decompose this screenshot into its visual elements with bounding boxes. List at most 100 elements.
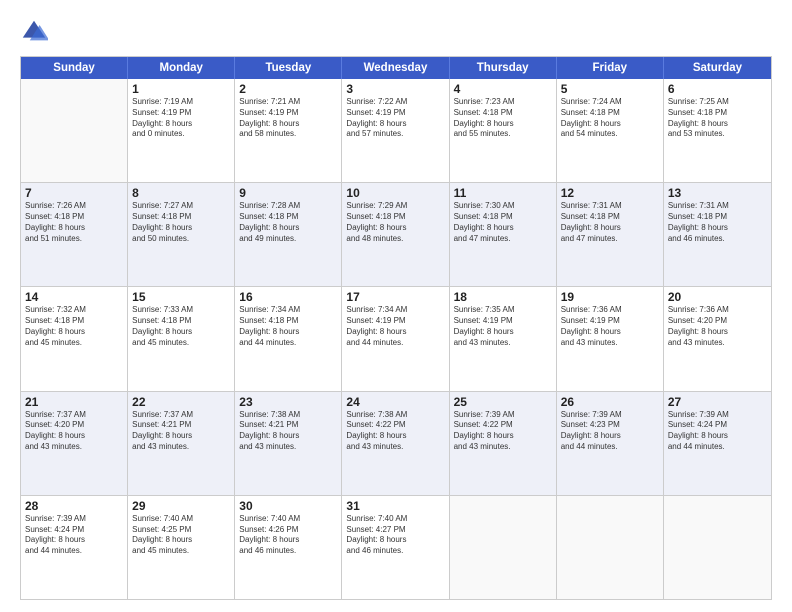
cell-info-line: and 43 minutes. [239,442,337,453]
cell-info-line: Daylight: 8 hours [668,119,767,130]
cell-info-line: Sunrise: 7:26 AM [25,201,123,212]
day-number: 25 [454,395,552,409]
calendar-day-cell: 5Sunrise: 7:24 AMSunset: 4:18 PMDaylight… [557,79,664,182]
cell-info-line: Daylight: 8 hours [239,535,337,546]
cell-info-line: Sunrise: 7:37 AM [25,410,123,421]
cell-info-line: Daylight: 8 hours [454,327,552,338]
cell-info-line: Daylight: 8 hours [132,119,230,130]
calendar-day-cell: 2Sunrise: 7:21 AMSunset: 4:19 PMDaylight… [235,79,342,182]
cell-info-line: Sunrise: 7:35 AM [454,305,552,316]
calendar-day-cell: 16Sunrise: 7:34 AMSunset: 4:18 PMDayligh… [235,287,342,390]
logo [20,18,50,46]
cell-info-line: and 55 minutes. [454,129,552,140]
weekday-header: Friday [557,57,664,79]
cell-info-line: Sunset: 4:18 PM [454,212,552,223]
calendar-day-cell: 3Sunrise: 7:22 AMSunset: 4:19 PMDaylight… [342,79,449,182]
cell-info-line: Sunset: 4:18 PM [561,212,659,223]
cell-info-line: and 0 minutes. [132,129,230,140]
day-number: 27 [668,395,767,409]
cell-info-line: Daylight: 8 hours [239,431,337,442]
calendar-day-cell: 14Sunrise: 7:32 AMSunset: 4:18 PMDayligh… [21,287,128,390]
cell-info-line: Sunrise: 7:40 AM [132,514,230,525]
cell-info-line: Sunset: 4:18 PM [25,212,123,223]
calendar-day-cell: 1Sunrise: 7:19 AMSunset: 4:19 PMDaylight… [128,79,235,182]
cell-info-line: Sunrise: 7:31 AM [561,201,659,212]
day-number: 23 [239,395,337,409]
calendar-day-cell: 21Sunrise: 7:37 AMSunset: 4:20 PMDayligh… [21,392,128,495]
cell-info-line: Sunset: 4:24 PM [25,525,123,536]
cell-info-line: and 58 minutes. [239,129,337,140]
cell-info-line: Daylight: 8 hours [25,535,123,546]
calendar-day-cell: 12Sunrise: 7:31 AMSunset: 4:18 PMDayligh… [557,183,664,286]
cell-info-line: Sunrise: 7:19 AM [132,97,230,108]
day-number: 4 [454,82,552,96]
cell-info-line: Daylight: 8 hours [454,223,552,234]
cell-info-line: Sunrise: 7:27 AM [132,201,230,212]
cell-info-line: Sunrise: 7:40 AM [346,514,444,525]
cell-info-line: Sunset: 4:26 PM [239,525,337,536]
calendar-day-cell: 31Sunrise: 7:40 AMSunset: 4:27 PMDayligh… [342,496,449,599]
cell-info-line: Sunrise: 7:36 AM [668,305,767,316]
cell-info-line: and 46 minutes. [346,546,444,557]
calendar-day-cell: 27Sunrise: 7:39 AMSunset: 4:24 PMDayligh… [664,392,771,495]
day-number: 22 [132,395,230,409]
calendar-row: 28Sunrise: 7:39 AMSunset: 4:24 PMDayligh… [21,495,771,599]
cell-info-line: Sunset: 4:18 PM [239,316,337,327]
calendar-day-cell: 30Sunrise: 7:40 AMSunset: 4:26 PMDayligh… [235,496,342,599]
cell-info-line: Sunrise: 7:24 AM [561,97,659,108]
cell-info-line: Sunrise: 7:34 AM [346,305,444,316]
cell-info-line: Sunrise: 7:31 AM [668,201,767,212]
cell-info-line: Sunrise: 7:29 AM [346,201,444,212]
cell-info-line: and 49 minutes. [239,234,337,245]
day-number: 1 [132,82,230,96]
day-number: 2 [239,82,337,96]
weekday-header: Monday [128,57,235,79]
cell-info-line: Sunset: 4:20 PM [668,316,767,327]
cell-info-line: Daylight: 8 hours [346,535,444,546]
day-number: 11 [454,186,552,200]
logo-icon [20,18,48,46]
day-number: 14 [25,290,123,304]
calendar-day-cell: 18Sunrise: 7:35 AMSunset: 4:19 PMDayligh… [450,287,557,390]
day-number: 10 [346,186,444,200]
cell-info-line: Daylight: 8 hours [25,223,123,234]
cell-info-line: Sunset: 4:24 PM [668,420,767,431]
calendar-row: 7Sunrise: 7:26 AMSunset: 4:18 PMDaylight… [21,182,771,286]
cell-info-line: Sunrise: 7:22 AM [346,97,444,108]
day-number: 31 [346,499,444,513]
cell-info-line: Sunset: 4:18 PM [132,212,230,223]
cell-info-line: Daylight: 8 hours [132,327,230,338]
calendar-day-cell: 29Sunrise: 7:40 AMSunset: 4:25 PMDayligh… [128,496,235,599]
calendar-day-cell: 26Sunrise: 7:39 AMSunset: 4:23 PMDayligh… [557,392,664,495]
cell-info-line: Sunset: 4:19 PM [132,108,230,119]
cell-info-line: Daylight: 8 hours [239,223,337,234]
cell-info-line: Daylight: 8 hours [25,327,123,338]
cell-info-line: and 45 minutes. [132,546,230,557]
cell-info-line: Sunrise: 7:25 AM [668,97,767,108]
day-number: 30 [239,499,337,513]
weekday-header: Thursday [450,57,557,79]
cell-info-line: Sunset: 4:18 PM [561,108,659,119]
calendar-day-cell: 7Sunrise: 7:26 AMSunset: 4:18 PMDaylight… [21,183,128,286]
cell-info-line: Daylight: 8 hours [561,119,659,130]
calendar-day-cell: 24Sunrise: 7:38 AMSunset: 4:22 PMDayligh… [342,392,449,495]
day-number: 9 [239,186,337,200]
day-number: 24 [346,395,444,409]
calendar-row: 21Sunrise: 7:37 AMSunset: 4:20 PMDayligh… [21,391,771,495]
cell-info-line: and 46 minutes. [239,546,337,557]
cell-info-line: Sunrise: 7:38 AM [239,410,337,421]
cell-info-line: and 46 minutes. [668,234,767,245]
cell-info-line: Sunset: 4:21 PM [132,420,230,431]
cell-info-line: Sunrise: 7:40 AM [239,514,337,525]
cell-info-line: Daylight: 8 hours [239,119,337,130]
calendar-day-cell: 22Sunrise: 7:37 AMSunset: 4:21 PMDayligh… [128,392,235,495]
empty-cell [557,496,664,599]
cell-info-line: Sunset: 4:18 PM [25,316,123,327]
day-number: 3 [346,82,444,96]
cell-info-line: and 44 minutes. [561,442,659,453]
cell-info-line: Daylight: 8 hours [561,327,659,338]
cell-info-line: Sunrise: 7:39 AM [561,410,659,421]
calendar-day-cell: 19Sunrise: 7:36 AMSunset: 4:19 PMDayligh… [557,287,664,390]
cell-info-line: Daylight: 8 hours [346,327,444,338]
cell-info-line: Sunset: 4:20 PM [25,420,123,431]
